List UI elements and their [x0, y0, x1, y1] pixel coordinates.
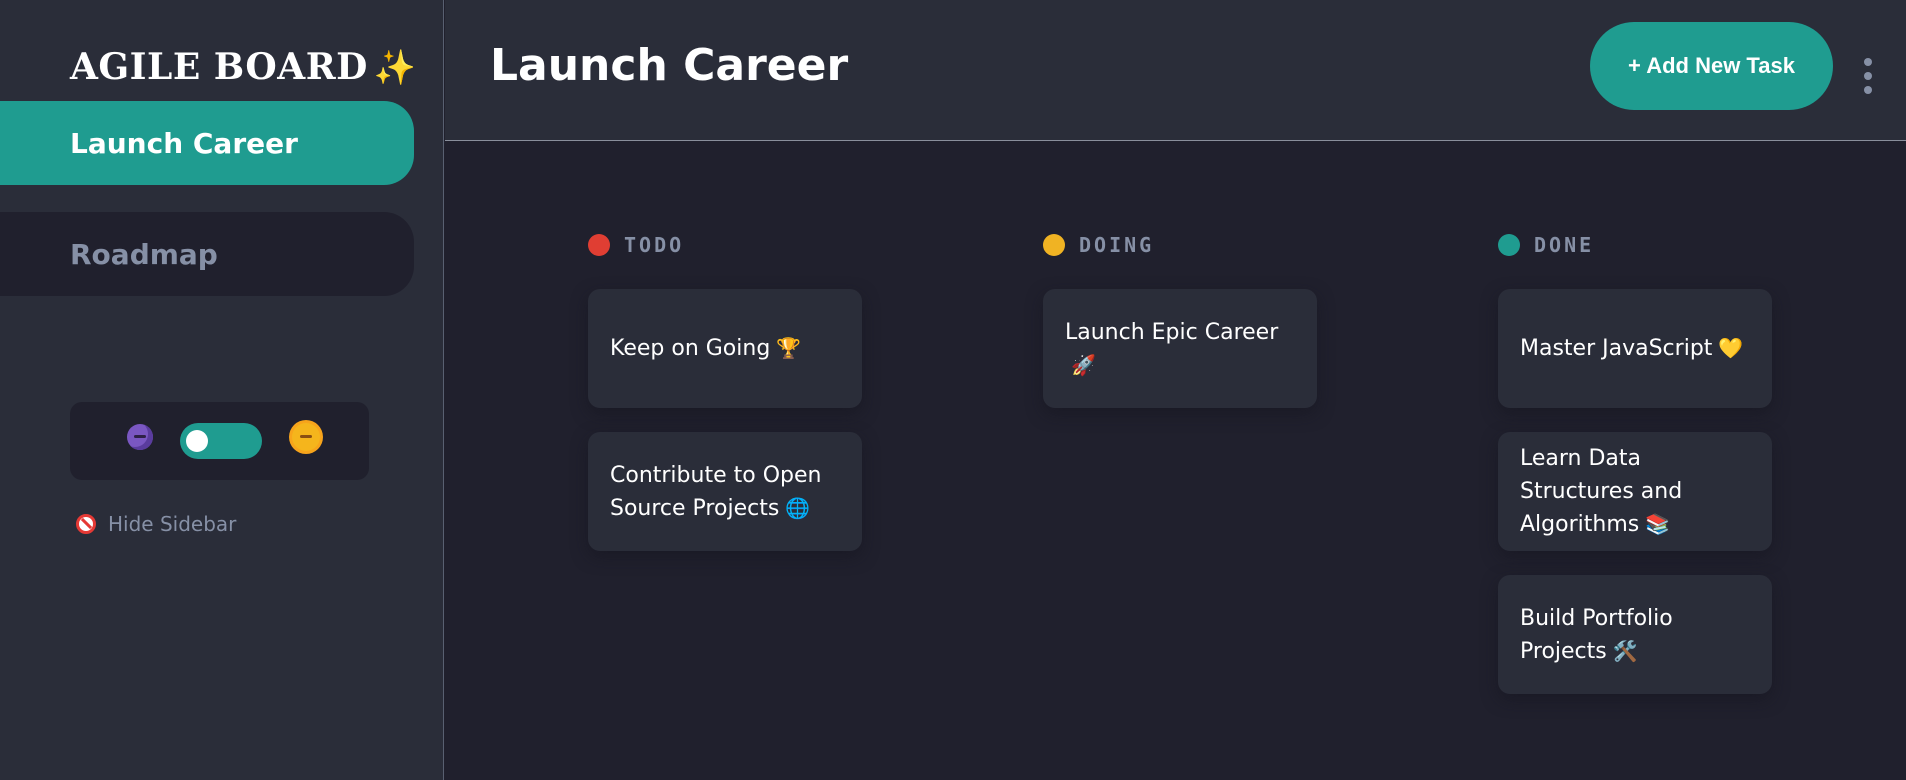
task-title: Keep on Going 🏆	[610, 332, 801, 365]
board-header: Launch Career + Add New Task	[445, 0, 1906, 141]
sidebar-item-label: Roadmap	[70, 237, 218, 271]
books-icon: 📚	[1645, 512, 1671, 536]
column-title: DOING	[1079, 233, 1155, 257]
tools-icon: 🛠️	[1612, 638, 1638, 663]
sun-face-icon	[292, 423, 320, 451]
sidebar-item-label: Launch Career	[70, 126, 298, 160]
task-title: Master JavaScript 💛	[1520, 332, 1743, 365]
sidebar-item-roadmap[interactable]: Roadmap	[0, 212, 414, 296]
task-card[interactable]: Launch Epic Career🚀	[1043, 289, 1317, 408]
theme-toggle[interactable]	[180, 423, 262, 459]
task-title: Build Portfolio Projects 🛠️	[1520, 602, 1750, 668]
globe-icon: 🌐	[785, 495, 811, 520]
toggle-knob	[186, 430, 208, 452]
sidebar: AGILE BOARD ✨ Launch Career Roadmap Hide …	[0, 0, 444, 780]
column-done: DONE Master JavaScript 💛 Learn Data Struc…	[1498, 233, 1772, 694]
sidebar-item-launch-career[interactable]: Launch Career	[0, 101, 414, 185]
task-card[interactable]: Learn Data Structures and Algorithms 📚	[1498, 432, 1772, 551]
vertical-ellipsis-icon[interactable]	[1863, 58, 1873, 96]
sparkles-icon: ✨	[373, 48, 417, 88]
task-card[interactable]: Keep on Going 🏆	[588, 289, 862, 408]
column-title: DONE	[1534, 233, 1595, 257]
brand-logo: AGILE BOARD ✨	[70, 46, 417, 88]
column-todo: TODO Keep on Going 🏆 Contribute to Open S…	[588, 233, 862, 551]
add-new-task-button[interactable]: + Add New Task	[1590, 22, 1833, 110]
rocket-icon: 🚀	[1071, 352, 1096, 377]
task-title: Learn Data Structures and Algorithms 📚	[1520, 442, 1750, 541]
column-title: TODO	[624, 233, 685, 257]
status-dot	[588, 234, 610, 256]
column-header: DONE	[1498, 233, 1772, 257]
status-dot	[1498, 234, 1520, 256]
task-card[interactable]: Contribute to Open Source Projects 🌐	[588, 432, 862, 551]
task-title: Launch Epic Career🚀	[1065, 316, 1295, 382]
yellow-heart-icon: 💛	[1718, 336, 1744, 360]
column-header: DOING	[1043, 233, 1317, 257]
brand-title: AGILE BOARD	[70, 46, 368, 88]
app-root: AGILE BOARD ✨ Launch Career Roadmap Hide …	[0, 0, 1906, 780]
hide-sidebar-button[interactable]: Hide Sidebar	[76, 512, 236, 536]
status-dot	[1043, 234, 1065, 256]
moon-face-icon	[127, 424, 153, 450]
task-title: Contribute to Open Source Projects 🌐	[610, 459, 840, 525]
task-card[interactable]: Build Portfolio Projects 🛠️	[1498, 575, 1772, 694]
page-title: Launch Career	[490, 40, 849, 91]
column-header: TODO	[588, 233, 862, 257]
hide-sidebar-label: Hide Sidebar	[108, 512, 237, 536]
task-card[interactable]: Master JavaScript 💛	[1498, 289, 1772, 408]
trophy-icon: 🏆	[776, 336, 802, 360]
column-doing: DOING Launch Epic Career🚀	[1043, 233, 1317, 408]
theme-switcher	[70, 402, 369, 480]
no-entry-icon	[76, 514, 96, 534]
